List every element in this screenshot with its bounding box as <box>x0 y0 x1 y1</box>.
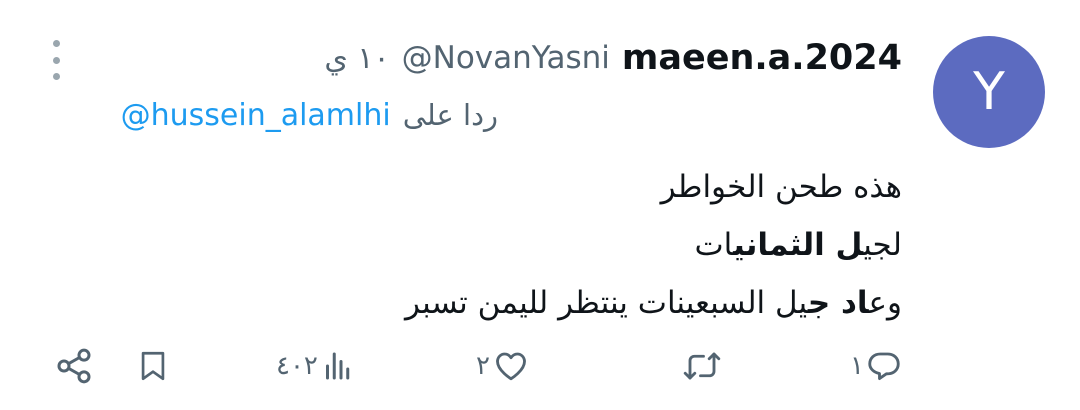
tweet-header: ١٠ ي @NovanYasni maeen.a.2024 <box>324 34 902 82</box>
tweet-text-line-2: لجيل الثمانيات <box>405 216 902 274</box>
tweet-text-segment: لجي <box>863 227 902 263</box>
reply-icon <box>868 352 900 381</box>
tweet-text-bold-segment: ل الثماني <box>733 227 864 263</box>
more-vertical-icon[interactable] <box>46 40 66 80</box>
tweet-text-line-1: هذه طحن الخواطر <box>660 169 902 205</box>
views-count: ٤٠٢ <box>276 351 318 381</box>
share-icon <box>57 348 91 384</box>
avatar-letter: Y <box>973 62 1005 122</box>
like-count: ٢ <box>476 351 490 381</box>
tweet-text-segment: يل السبعينات ينتظر لليمن تسبر <box>405 285 808 321</box>
replying-to-label: ردا على <box>402 98 498 132</box>
author-handle[interactable]: @NovanYasni <box>402 40 610 76</box>
tweet-text-bold-segment: اد ج <box>807 285 869 321</box>
bookmark-icon <box>141 351 165 381</box>
share-button[interactable] <box>54 344 94 388</box>
replying-to: ردا على @hussein_alamlhi <box>121 92 498 138</box>
bookmark-button[interactable] <box>136 344 170 388</box>
views-button[interactable]: ٤٠٢ <box>276 344 356 388</box>
heart-icon <box>496 352 526 381</box>
replying-to-mention[interactable]: @hussein_alamlhi <box>121 98 391 133</box>
tweet-text: هذه طحن الخواطر لجيل الثمانيات وعاد جيل … <box>405 158 902 332</box>
tweet-text-segment: ات <box>694 227 734 263</box>
tweet-timestamp[interactable]: ١٠ ي <box>324 41 389 76</box>
tweet-text-line-3: وعاد جيل السبعينات ينتظر لليمن تسبر <box>405 274 902 332</box>
like-button[interactable]: ٢ <box>476 344 530 388</box>
reply-count: ١ <box>850 351 864 381</box>
tweet-text-segment: وع <box>868 285 902 321</box>
author-display-name[interactable]: maeen.a.2024 <box>622 38 902 78</box>
avatar[interactable]: Y <box>933 36 1045 148</box>
views-chart-icon <box>325 352 350 380</box>
retweet-icon <box>683 352 721 380</box>
retweet-button[interactable] <box>680 344 722 388</box>
reply-button[interactable]: ١ <box>850 344 902 388</box>
